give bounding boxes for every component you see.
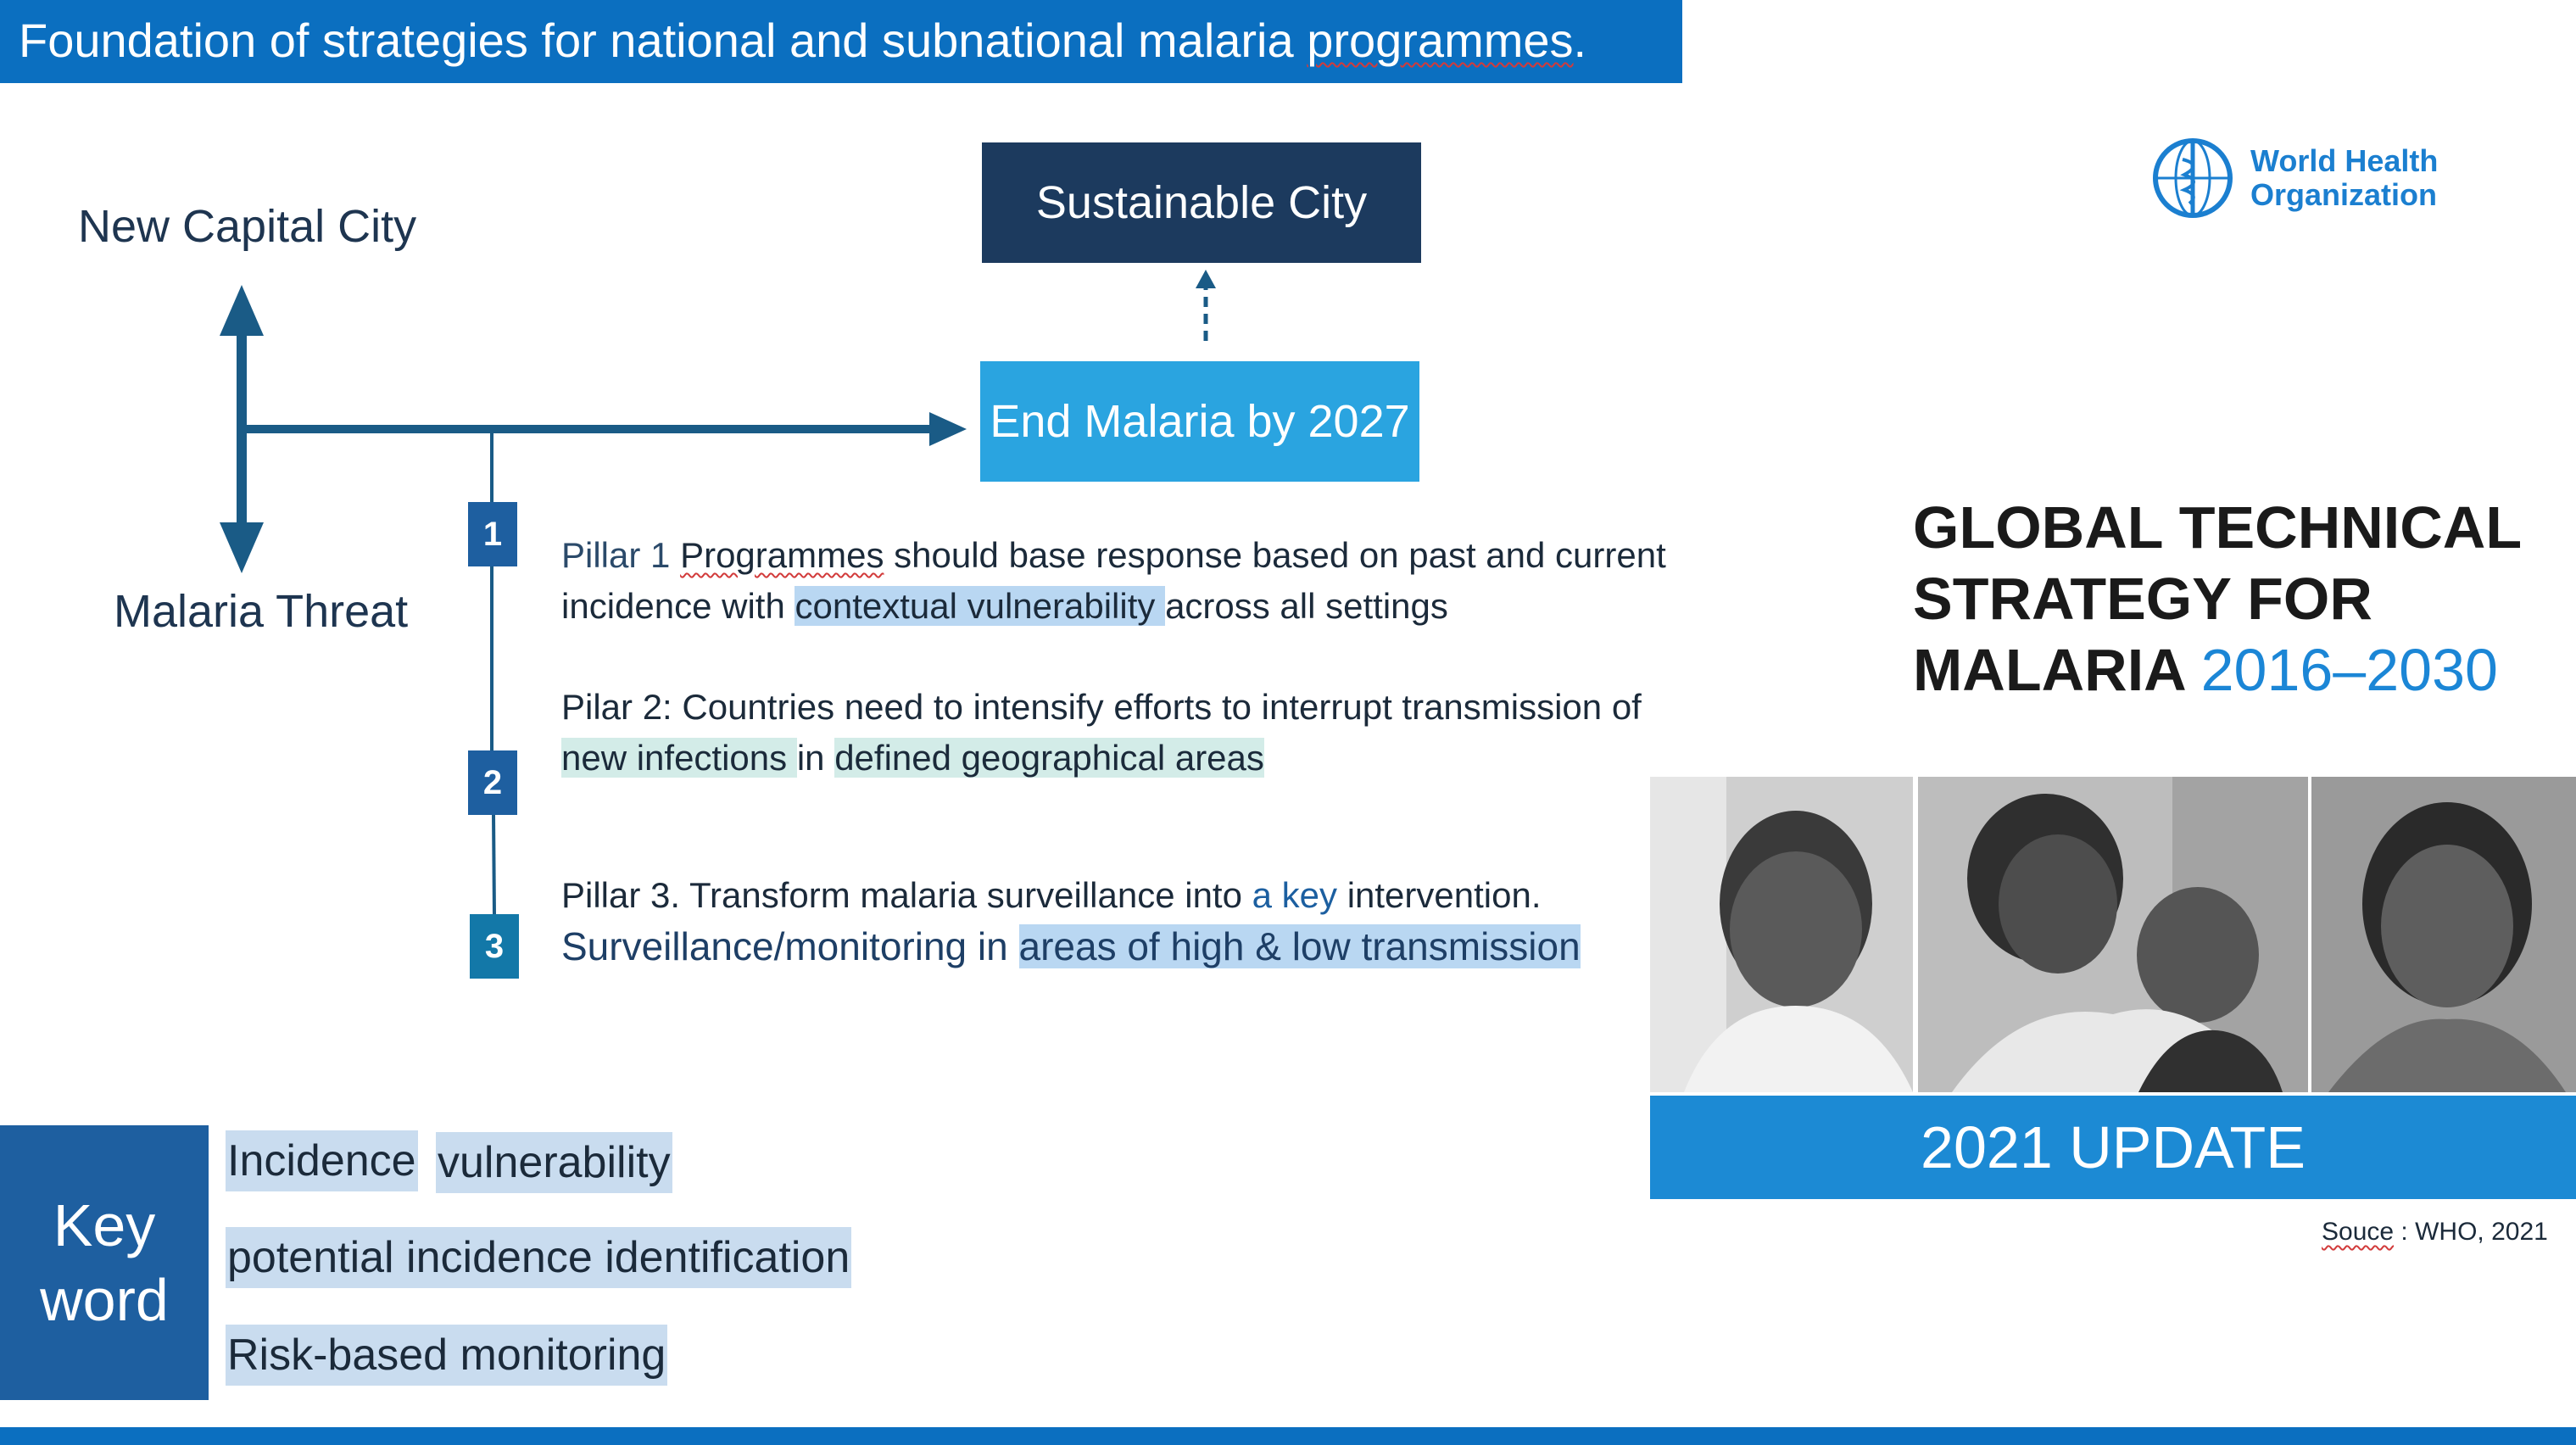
gts-line-1: GLOBAL TECHNICAL: [1913, 494, 2523, 561]
pillar-3-line-1: Pillar 3. Transform malaria surveillance…: [561, 870, 1581, 921]
pillar-1-label: Pillar 1: [561, 535, 681, 575]
sustainable-city-box: Sustainable City: [982, 142, 1421, 263]
update-banner: 2021 UPDATE: [1650, 1096, 2576, 1199]
pillar-1-line-1-rest: should base response based on past and c…: [884, 535, 1666, 575]
arrow-right-head: [929, 412, 967, 446]
pillar-2-line-2-mid: in: [796, 738, 835, 778]
pillar-1-badge: 1: [468, 502, 517, 566]
pillar-2-line-2: new infections in defined geographical a…: [561, 733, 1642, 784]
pillar-1-line-2-pre: incidence with: [561, 586, 795, 626]
photo-woman-image: [2311, 777, 2576, 1092]
gts-line-3: MALARIA 2016–2030: [1913, 634, 2522, 706]
photo-woman-portrait: [2311, 777, 2576, 1092]
who-emblem-icon: [2153, 138, 2233, 218]
keyword-title-line-1: Key: [53, 1192, 156, 1258]
gts-line-2: STRATEGY FOR: [1913, 566, 2372, 632]
photo-mother-child: [1918, 777, 2308, 1092]
footer-bar: [0, 1427, 2576, 1445]
pillar-3-line-1-pre: Pillar 3. Transform malaria surveillance…: [561, 875, 1252, 915]
keyword-chip-risk-based-monitoring: Risk-based monitoring: [226, 1325, 668, 1386]
keyword-title-line-2: word: [40, 1267, 169, 1333]
pillar-3-badge: 3: [470, 914, 519, 979]
pillar-3-line-1-post: intervention.: [1337, 875, 1542, 915]
keyword-chip-incidence: Incidence: [226, 1130, 418, 1191]
who-line-1: World Health: [2250, 143, 2439, 178]
pillar-3-line-2-pre: Surveillance/monitoring in: [561, 924, 1019, 968]
gts-line-3-text: MALARIA: [1913, 637, 2201, 703]
dashed-arrow-head: [1196, 270, 1216, 288]
pillar-1-highlight: contextual vulnerability: [795, 586, 1166, 626]
source-misspelled-word: Souce: [2322, 1218, 2395, 1246]
keyword-chip-potential-incidence: potential incidence identification: [226, 1227, 852, 1288]
photo-man-portrait: [1650, 777, 1913, 1092]
pillar-3-key-text: a key: [1252, 875, 1338, 915]
photo-mother-child-image: [1918, 777, 2308, 1092]
keyword-box: Key word: [0, 1125, 209, 1400]
pillar-1-line-2-post: across all settings: [1165, 586, 1448, 626]
who-line-2: Organization: [2250, 177, 2438, 212]
pillar-2-highlight-2: defined geographical areas: [834, 738, 1264, 778]
gts-title: GLOBAL TECHNICAL STRATEGY FOR MALARIA 20…: [1913, 492, 2522, 706]
who-logo-text: World Health Organization: [2250, 144, 2438, 212]
pillar-3-line-2: Surveillance/monitoring in areas of high…: [561, 921, 1581, 972]
pillar-1-text: Pillar 1 Programmes should base response…: [561, 530, 1666, 632]
photo-man-image: [1650, 777, 1913, 1092]
pillar-2-line-1: Pilar 2: Countries need to intensify eff…: [561, 687, 1642, 727]
arrow-up-head: [220, 285, 264, 336]
source-rest: : WHO, 2021: [2394, 1218, 2548, 1246]
source-caption: Souce : WHO, 2021: [2322, 1218, 2548, 1247]
pillar-2-text: Pilar 2: Countries need to intensify eff…: [561, 682, 1642, 784]
gts-years: 2016–2030: [2200, 637, 2498, 703]
pillar-1-misspelled-word: Programmes: [680, 535, 884, 575]
pillar-2-badge: 2: [468, 750, 517, 815]
pillar-1-line-2: incidence with contextual vulnerability …: [561, 581, 1666, 632]
malaria-threat-label: Malaria Threat: [114, 586, 409, 637]
pillar-3-text: Pillar 3. Transform malaria surveillance…: [561, 870, 1581, 972]
pillar-stem-bottom: [492, 813, 496, 917]
pillar-1-line-1: Pillar 1 Programmes should base response…: [561, 530, 1666, 581]
keyword-chip-vulnerability: vulnerability: [436, 1132, 672, 1193]
arrow-down-head: [220, 522, 264, 573]
new-capital-city-label: New Capital City: [78, 201, 417, 252]
pillar-3-highlight: areas of high & low transmission: [1018, 924, 1581, 968]
pillar-2-highlight-1: new infections: [561, 738, 797, 778]
end-malaria-box: End Malaria by 2027: [980, 361, 1419, 482]
